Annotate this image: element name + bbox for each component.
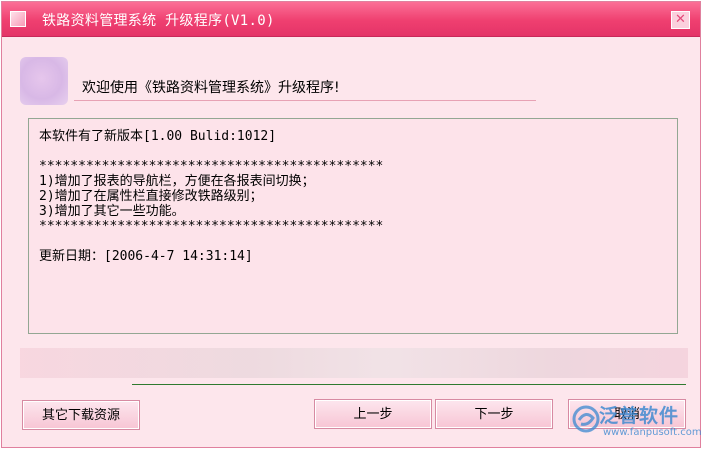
release-notes-line (39, 234, 667, 249)
app-logo-icon (20, 57, 68, 105)
title-bar[interactable]: 铁路资料管理系统 升级程序(V1.0) ✕ (2, 2, 700, 37)
cancel-button[interactable]: 取消 (568, 399, 686, 429)
progress-divider (132, 384, 686, 385)
upgrade-dialog: 铁路资料管理系统 升级程序(V1.0) ✕ 欢迎使用《铁路资料管理系统》升级程序… (1, 1, 702, 448)
close-button[interactable]: ✕ (671, 11, 690, 29)
release-notes-line: 3)增加了其它一些功能。 (39, 204, 185, 219)
release-notes-line: ****************************************… (39, 219, 384, 234)
window-title: 铁路资料管理系统 升级程序(V1.0) (42, 13, 275, 29)
next-button[interactable]: 下一步 (435, 399, 553, 429)
app-icon (10, 11, 26, 27)
other-downloads-button[interactable]: 其它下载资源 (22, 400, 140, 430)
release-notes-box[interactable]: 本软件有了新版本[1.00 Bulid:1012] **************… (28, 118, 678, 334)
release-notes-line: 1)增加了报表的导航栏，方便在各报表间切换； (39, 174, 315, 189)
release-notes-line (39, 144, 667, 159)
release-notes-line: 本软件有了新版本[1.00 Bulid:1012] (39, 129, 277, 144)
prev-button[interactable]: 上一步 (314, 399, 432, 429)
release-notes-line: 2)增加了在属性栏直接修改铁路级别； (39, 189, 263, 204)
progress-area (20, 348, 688, 378)
release-notes-line: ****************************************… (39, 159, 384, 174)
welcome-text: 欢迎使用《铁路资料管理系统》升级程序! (82, 80, 340, 96)
release-notes-line: 更新日期：[2006-4-7 14:31:14] (39, 249, 253, 264)
welcome-divider (74, 100, 536, 101)
